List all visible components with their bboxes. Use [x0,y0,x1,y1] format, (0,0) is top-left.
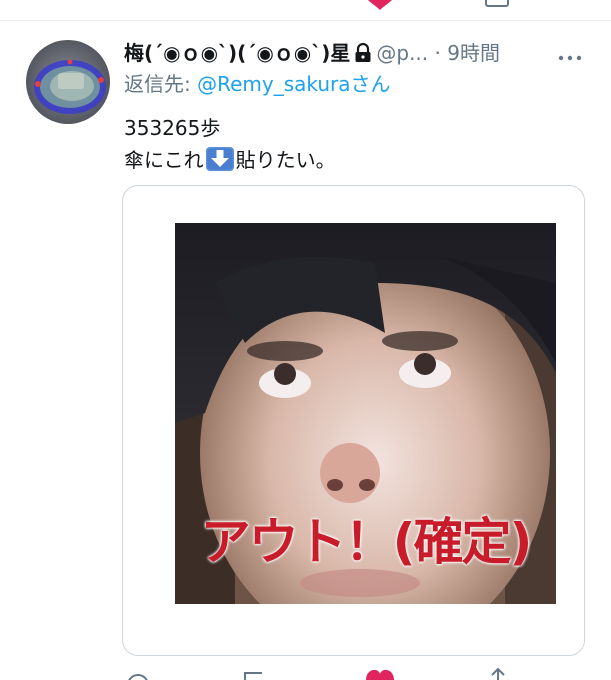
heart-icon [368,0,392,10]
tweet-divider [0,20,611,21]
tweet-text-line2: 傘にこれ 貼りたい。 [124,144,336,176]
arrow-down-emoji [205,147,235,171]
separator-dot: · [434,41,441,65]
tweet-text: 353265歩 傘にこれ 貼りたい。 [124,112,336,176]
reply-user-link[interactable]: @Remy_sakura [197,72,350,96]
avatar[interactable] [26,40,110,124]
more-icon[interactable] [557,48,583,61]
media-card[interactable]: アウト！(確定) [122,185,585,656]
tweet-header: 梅(´◉ｏ◉`)(´◉ｏ◉`)星 @p... · 9時間 [124,38,594,68]
reply-to-line: 返信先: @Remy_sakuraさん [124,70,391,98]
user-handle[interactable]: @p... [376,41,428,65]
lock-icon [354,41,372,71]
tweet-text-line1: 353265歩 [124,116,221,140]
tweet-actions [0,665,611,680]
tweet-time[interactable]: 9時間 [447,41,500,65]
previous-tweet-actions [0,0,611,20]
retweet-icon [244,672,262,680]
media-caption: アウト！(確定) [200,513,533,571]
tweet-text-after: 貼りたい。 [235,148,336,172]
heart-icon [366,669,394,680]
display-name[interactable]: 梅(´◉ｏ◉`)(´◉ｏ◉`)星 [124,41,350,65]
share-icon [491,667,505,680]
reply-prefix: 返信先: [124,72,198,96]
reply-suffix: さん [350,72,391,96]
tweet-text-before: 傘にこれ [124,148,204,172]
share-icon [485,0,509,7]
reply-icon [128,674,148,680]
